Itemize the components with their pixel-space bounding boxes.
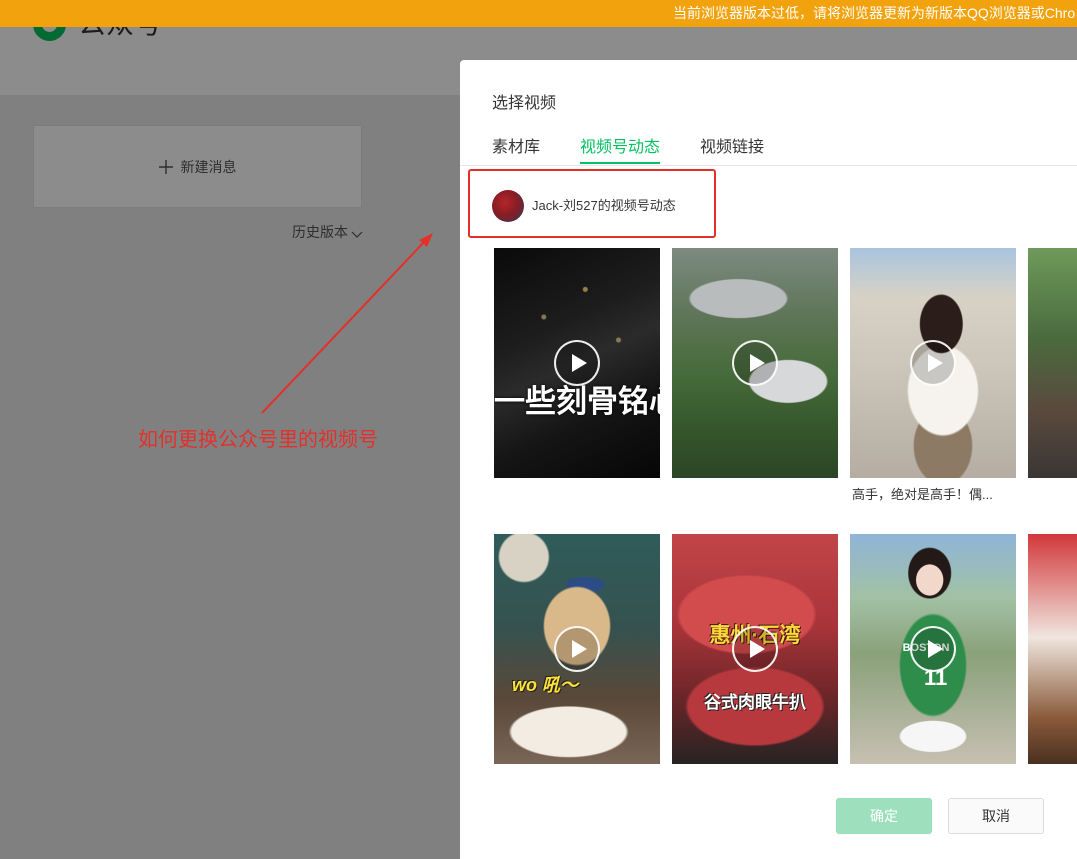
confirm-button[interactable]: 确定	[836, 798, 932, 834]
thumbnail-overlay-text: 谷式肉眼牛扒	[704, 693, 806, 712]
thumbnail-overlay-text: wo 吼～	[512, 675, 578, 695]
video-item[interactable]	[1028, 248, 1077, 478]
play-icon	[732, 340, 778, 386]
play-icon	[554, 626, 600, 672]
tab-material-library[interactable]: 素材库	[492, 137, 540, 159]
play-icon	[554, 340, 600, 386]
annotation-highlight-box	[468, 169, 716, 238]
tab-channel-feed[interactable]: 视频号动态	[580, 137, 660, 159]
video-item[interactable]	[850, 248, 1016, 478]
active-tab-indicator	[580, 162, 660, 164]
annotation-text: 如何更换公众号里的视频号	[138, 429, 378, 451]
video-item[interactable]: BOSTON 11	[850, 534, 1016, 764]
video-item[interactable]	[672, 248, 838, 478]
tab-divider	[460, 165, 1077, 166]
play-icon	[732, 626, 778, 672]
tab-video-link[interactable]: 视频链接	[700, 137, 764, 159]
video-item[interactable]: 一些刻骨铭心	[494, 248, 660, 478]
dialog-title: 选择视频	[492, 95, 557, 112]
play-icon	[910, 340, 956, 386]
browser-warning-text: 当前浏览器版本过低，请将浏览器更新为新版本QQ浏览器或Chro	[673, 5, 1076, 21]
cancel-button[interactable]: 取消	[948, 798, 1044, 834]
video-item[interactable]: wo 吼～	[494, 534, 660, 764]
video-caption: 高手，绝对是高手！偶...	[852, 487, 993, 502]
play-icon	[910, 626, 956, 672]
video-item[interactable]: 惠州·石湾 谷式肉眼牛扒	[672, 534, 838, 764]
thumbnail-overlay-text: 一些刻骨铭心	[494, 384, 660, 419]
video-item[interactable]	[1028, 534, 1077, 764]
browser-warning-banner: 当前浏览器版本过低，请将浏览器更新为新版本QQ浏览器或Chro	[0, 0, 1077, 27]
